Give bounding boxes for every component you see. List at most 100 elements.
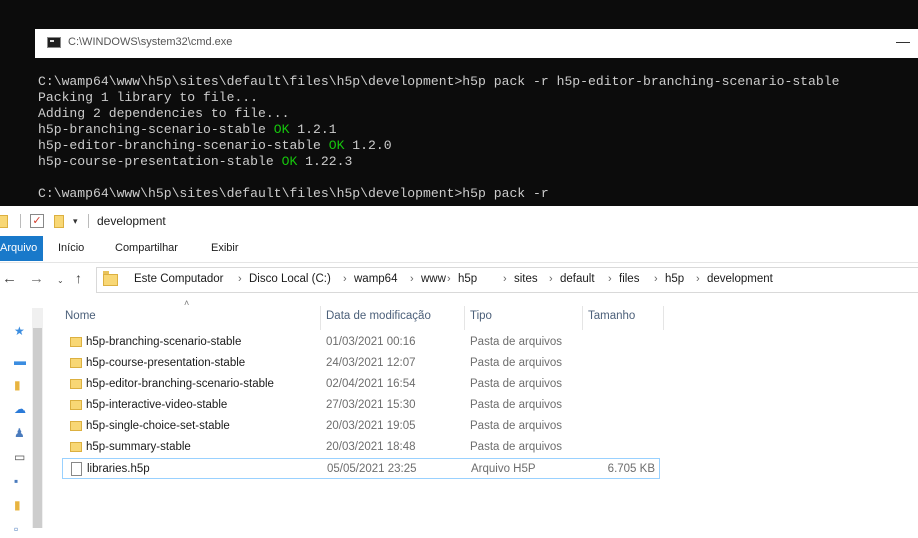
console-text: h5p-branching-scenario-stable xyxy=(38,122,274,137)
console-text: C:\wamp64\www\h5p\sites\default\files\h5… xyxy=(38,74,840,89)
breadcrumb-chevron-icon[interactable]: › xyxy=(410,273,414,285)
breadcrumb-item[interactable]: development xyxy=(707,273,773,285)
console-text: Adding 2 dependencies to file... xyxy=(38,106,290,121)
back-arrow-icon[interactable]: ← xyxy=(2,270,17,287)
folder-icon xyxy=(70,421,82,431)
console-text: 1.2.1 xyxy=(289,122,337,137)
scrollbar-thumb[interactable] xyxy=(33,328,42,528)
breadcrumb-chevron-icon[interactable]: › xyxy=(654,273,658,285)
file-name: h5p-course-presentation-stable xyxy=(86,357,246,369)
breadcrumb-chevron-icon[interactable]: › xyxy=(608,273,612,285)
console-text: C:\wamp64\www\h5p\sites\default\files\h5… xyxy=(38,186,549,201)
console-ok-status: OK xyxy=(273,122,290,137)
console-line: Packing 1 library to file... xyxy=(38,90,913,106)
toolbar-divider xyxy=(88,214,89,228)
breadcrumb-item[interactable]: files xyxy=(619,273,639,285)
up-arrow-icon[interactable]: ↑ xyxy=(75,270,82,286)
column-header-date[interactable]: Data de modificação xyxy=(321,306,465,330)
folder-icon[interactable]: ▮ xyxy=(14,498,21,512)
tab-compartilhar[interactable]: Compartilhar xyxy=(115,236,178,261)
breadcrumb-chevron-icon[interactable]: › xyxy=(549,273,553,285)
user-icon[interactable]: ♟ xyxy=(14,426,25,440)
this-pc-icon[interactable]: ▭ xyxy=(14,450,25,464)
file-name: h5p-editor-branching-scenario-stable xyxy=(86,378,274,390)
forward-arrow-icon[interactable]: → xyxy=(29,270,44,287)
file-name: h5p-summary-stable xyxy=(86,441,191,453)
file-name: h5p-interactive-video-stable xyxy=(86,399,228,411)
file-type: Pasta de arquivos xyxy=(470,420,563,432)
file-type: Pasta de arquivos xyxy=(470,336,563,348)
file-date: 01/03/2021 00:16 xyxy=(326,336,416,348)
file-date: 24/03/2021 12:07 xyxy=(326,357,416,369)
breadcrumb-item[interactable]: wamp64 xyxy=(354,273,397,285)
onedrive-icon[interactable]: ☁ xyxy=(14,402,26,416)
console-line: C:\wamp64\www\h5p\sites\default\files\h5… xyxy=(38,186,913,202)
window-title: development xyxy=(97,214,166,228)
breadcrumb-chevron-icon[interactable]: › xyxy=(343,273,347,285)
breadcrumb-item[interactable]: h5p xyxy=(665,273,684,285)
file-type: Pasta de arquivos xyxy=(470,441,563,453)
cmd-title: C:\WINDOWS\system32\cmd.exe xyxy=(68,36,233,48)
file-type: Pasta de arquivos xyxy=(470,357,563,369)
quick-access-star-icon[interactable]: ★ xyxy=(14,324,25,338)
column-headers: Nome Data de modificação Tipo Tamanho xyxy=(60,306,680,330)
console-text: 1.22.3 xyxy=(297,154,353,169)
properties-check-icon[interactable]: ✓ xyxy=(30,214,44,228)
drive-icon[interactable]: ▪ xyxy=(14,474,18,488)
breadcrumb-chevron-icon[interactable]: › xyxy=(696,273,700,285)
address-bar[interactable]: Este Computador › Disco Local (C:) › wamp64 ›… xyxy=(96,267,918,293)
file-row[interactable]: libraries.h5p 05/05/2021 23:25 Arquivo H5P… xyxy=(62,458,660,479)
file-row[interactable]: h5p-single-choice-set-stable 20/03/2021 1… xyxy=(62,416,660,437)
navigation-bar: ← → ⌄ ↑ Este Computador › Disco Local (C:)… xyxy=(0,262,918,298)
file-row[interactable]: h5p-interactive-video-stable 27/03/2021 1… xyxy=(62,395,660,416)
breadcrumb-item[interactable]: www xyxy=(421,273,446,285)
file-icon xyxy=(71,462,82,476)
breadcrumb-item[interactable]: default xyxy=(560,273,595,285)
recent-locations-icon[interactable]: ⌄ xyxy=(57,276,64,285)
breadcrumb-item[interactable]: sites xyxy=(514,273,538,285)
minimize-button[interactable]: — xyxy=(896,33,910,49)
quick-access-toolbar: ✓ ▾ development xyxy=(0,206,918,236)
column-header-name[interactable]: Nome xyxy=(60,306,321,330)
file-name: h5p-branching-scenario-stable xyxy=(86,336,242,348)
column-header-type[interactable]: Tipo xyxy=(465,306,583,330)
breadcrumb-item[interactable]: Disco Local (C:) xyxy=(249,273,331,285)
console-line: h5p-branching-scenario-stable OK 1.2.1 xyxy=(38,122,913,138)
file-row[interactable]: h5p-summary-stable 20/03/2021 18:48 Pasta … xyxy=(62,437,660,458)
file-row[interactable]: h5p-branching-scenario-stable 01/03/2021 … xyxy=(62,332,660,353)
file-row[interactable]: h5p-editor-branching-scenario-stable 02/0… xyxy=(62,374,660,395)
file-row[interactable]: h5p-course-presentation-stable 24/03/2021… xyxy=(62,353,660,374)
file-list: h5p-branching-scenario-stable 01/03/2021 … xyxy=(60,332,670,492)
customize-toolbar-dropdown-icon[interactable]: ▾ xyxy=(73,216,78,227)
folder-icon xyxy=(70,400,82,410)
breadcrumb-chevron-icon[interactable]: › xyxy=(503,273,507,285)
cmd-titlebar[interactable]: C:\WINDOWS\system32\cmd.exe — xyxy=(35,29,918,58)
cmd-console-output[interactable]: C:\wamp64\www\h5p\sites\default\files\h5… xyxy=(38,74,913,202)
file-explorer-window: ✓ ▾ development Arquivo Início Compartil… xyxy=(0,206,918,538)
console-ok-status: OK xyxy=(281,154,298,169)
file-type: Pasta de arquivos xyxy=(470,378,563,390)
breadcrumb-item[interactable]: h5p xyxy=(458,273,477,285)
column-header-size[interactable]: Tamanho xyxy=(583,306,664,330)
desktop-icon[interactable]: ▬ xyxy=(14,354,26,368)
tab-arquivo[interactable]: Arquivo xyxy=(0,236,43,261)
folder-icon xyxy=(70,379,82,389)
navigation-pane[interactable]: ★ ▬ ▮ ☁ ♟ ▭ ▪ ▮ ▫ xyxy=(0,298,44,538)
console-text: h5p-editor-branching-scenario-stable xyxy=(38,138,329,153)
breadcrumb-chevron-icon[interactable]: › xyxy=(238,273,242,285)
file-size: 6.705 KB xyxy=(607,463,655,475)
breadcrumb-chevron-icon[interactable]: › xyxy=(447,273,451,285)
network-icon[interactable]: ▫ xyxy=(14,522,18,536)
new-folder-icon[interactable] xyxy=(54,215,64,228)
tab-exibir[interactable]: Exibir xyxy=(211,236,239,261)
folder-icon[interactable]: ▮ xyxy=(14,378,21,392)
breadcrumb-item[interactable]: Este Computador xyxy=(134,273,224,285)
cmd-icon xyxy=(47,37,61,48)
console-line: C:\wamp64\www\h5p\sites\default\files\h5… xyxy=(38,74,913,90)
file-type: Arquivo H5P xyxy=(471,463,536,475)
tab-inicio[interactable]: Início xyxy=(58,236,84,261)
console-text: 1.2.0 xyxy=(344,138,392,153)
folder-icon xyxy=(70,358,82,368)
file-date: 27/03/2021 15:30 xyxy=(326,399,416,411)
